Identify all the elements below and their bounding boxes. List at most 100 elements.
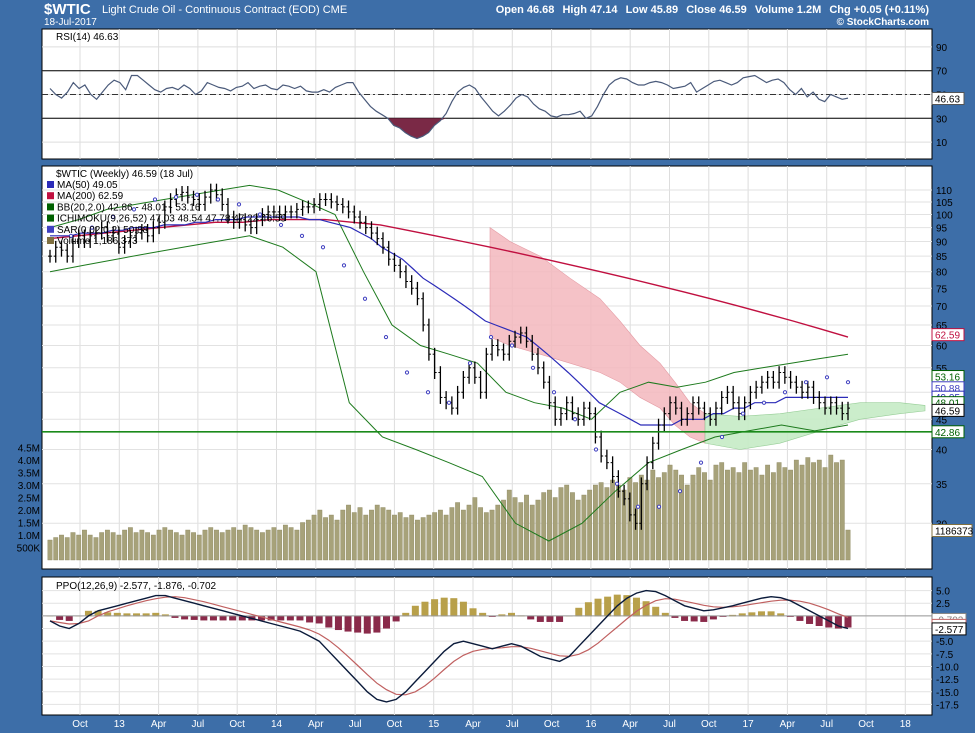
x-tick-label: Jul	[820, 719, 833, 730]
volume-bar	[426, 514, 432, 561]
volume-tag: 1186373	[935, 527, 974, 538]
volume-bar	[53, 537, 59, 561]
price-tick-label: 75	[936, 284, 948, 295]
volume-bar	[127, 527, 133, 561]
sar-dot	[677, 489, 683, 494]
legend-swatch	[47, 225, 54, 233]
sar-dot	[404, 370, 410, 375]
ppo-histogram-bar	[806, 615, 814, 624]
volume-bar	[415, 519, 420, 561]
volume-bar	[357, 507, 363, 561]
volume-bar	[592, 484, 598, 561]
ppo-histogram-bar	[315, 615, 323, 624]
x-tick-label: Apr	[622, 719, 638, 730]
legend-swatch	[47, 181, 54, 188]
volume-bar	[822, 467, 828, 561]
sar-dot	[488, 334, 494, 340]
sar-dot	[509, 343, 515, 348]
volume-bar	[828, 454, 834, 561]
volume-bar	[753, 467, 759, 561]
volume-bar	[334, 519, 340, 561]
volume-bar	[770, 472, 776, 561]
volume-bar	[351, 512, 357, 561]
volume-bar	[196, 534, 202, 561]
volume-bar	[656, 477, 661, 561]
ppo-histogram-bar	[594, 598, 602, 617]
ppo-histogram-bar	[469, 608, 477, 617]
sar-dot	[320, 245, 326, 250]
volume-bar	[110, 532, 116, 561]
volume-bar	[575, 499, 581, 561]
legend-entry: MA(50) 49.05	[57, 180, 118, 191]
price-tick-label: 110	[936, 186, 952, 197]
ppo-histogram-bar	[681, 615, 689, 621]
legend-swatch	[47, 214, 54, 222]
ppo-histogram-bar	[411, 605, 419, 617]
x-tick-label: Apr	[780, 719, 796, 730]
x-tick-label: Oct	[544, 719, 560, 730]
volume-bar	[305, 519, 311, 561]
x-tick-label: Jul	[349, 719, 362, 730]
ppo-histogram-bar	[344, 615, 352, 632]
volume-bar	[489, 509, 495, 561]
ppo-histogram-bar	[383, 615, 391, 629]
volume-bar	[116, 534, 122, 561]
volume-tick-label: 4.5M	[18, 444, 40, 455]
volume-bar	[805, 457, 811, 561]
ppo-tag: -2.577	[935, 625, 964, 636]
volume-bar	[380, 507, 386, 561]
ppo-histogram-bar	[181, 615, 189, 620]
ppo-histogram-bar	[306, 615, 314, 623]
sar-dot	[362, 296, 368, 301]
volume-bar	[535, 499, 541, 561]
volume-bar	[374, 504, 380, 561]
volume-bar	[661, 472, 667, 561]
volume-bar	[386, 509, 392, 561]
volume-bar	[759, 474, 765, 561]
volume-bar	[736, 472, 742, 561]
volume-bar	[300, 522, 306, 561]
volume-bar	[311, 514, 317, 561]
volume-bar	[696, 467, 702, 561]
volume-bar	[702, 472, 707, 561]
price-tick-label: 60	[936, 341, 948, 352]
sar-dot	[782, 390, 788, 395]
rsi-tick-label: 10	[936, 138, 948, 149]
volume-bar	[765, 464, 771, 561]
sar-dot	[425, 390, 431, 395]
volume-bar	[432, 512, 438, 561]
volume-bar	[328, 514, 334, 561]
ppo-histogram-bar	[65, 615, 73, 621]
volume-bar	[460, 509, 466, 561]
volume-bar	[466, 504, 472, 561]
ppo-histogram-bar	[56, 615, 64, 620]
volume-bar	[145, 532, 150, 561]
x-tick-label: Apr	[308, 719, 324, 730]
sar-dot	[236, 202, 242, 207]
volume-bar	[403, 517, 409, 561]
rsi-tick-label: 70	[936, 67, 948, 78]
volume-bar	[742, 462, 748, 561]
volume-tick-label: 1.5M	[18, 519, 40, 530]
volume-bar	[260, 532, 265, 561]
volume-bar	[673, 469, 679, 561]
volume-bar	[455, 502, 461, 561]
sar-dot	[593, 447, 599, 452]
sar-dot	[299, 233, 305, 238]
sar-dot	[446, 400, 452, 405]
x-tick-label: Jul	[663, 719, 676, 730]
volume-tick-label: 3.0M	[18, 481, 40, 492]
volume-bar	[397, 512, 403, 561]
price-tick-label: 100	[936, 210, 953, 221]
volume-bar	[173, 532, 179, 561]
volume-bar	[122, 529, 128, 561]
ppo-histogram-bar	[334, 615, 342, 631]
volume-bar	[598, 482, 604, 561]
volume-bar	[730, 467, 736, 561]
ppo-histogram-bar	[652, 606, 660, 617]
sar-dot	[719, 434, 725, 440]
volume-tick-label: 3.5M	[18, 469, 40, 480]
ppo-histogram-bar	[354, 615, 362, 633]
volume-bar	[64, 537, 70, 561]
volume-bar	[139, 529, 145, 561]
